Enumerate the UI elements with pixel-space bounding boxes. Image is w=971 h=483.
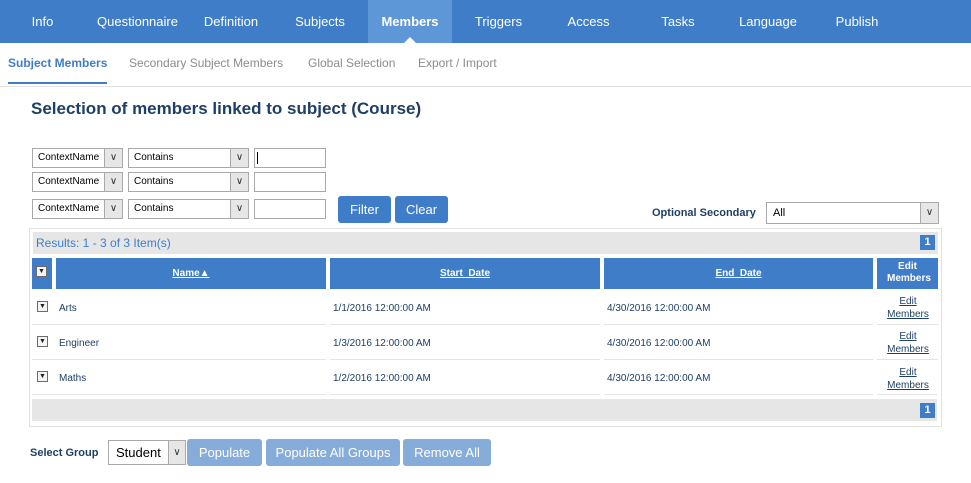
header-edit-members: Edit Members (877, 258, 938, 289)
tab-access[interactable]: Access (545, 0, 632, 43)
pager-page-bottom[interactable]: 1 (920, 403, 935, 418)
filter-value-input-3[interactable] (254, 199, 326, 219)
sub-navigation: Subject Members Secondary Subject Member… (0, 43, 971, 87)
subtab-subject-members[interactable]: Subject Members (8, 43, 108, 84)
filter-operator-select-3[interactable]: Contains ∨ (128, 199, 249, 219)
filter-operator-value: Contains (134, 203, 174, 214)
populate-button[interactable]: Populate (187, 439, 262, 466)
filter-operator-select-1[interactable]: Contains ∨ (128, 148, 249, 168)
pager-page-top[interactable]: 1 (920, 235, 935, 250)
cell-start-date: 1/3/2016 12:00:00 AM (333, 338, 431, 349)
row-divider (604, 324, 873, 325)
cell-end-date: 4/30/2016 12:00:00 AM (607, 338, 711, 349)
edit-members-link[interactable]: Edit Members (878, 330, 938, 356)
expand-row-icon[interactable]: ▼ (37, 301, 48, 312)
subtab-secondary-subject-members[interactable]: Secondary Subject Members (129, 43, 283, 84)
cell-start-date: 1/2/2016 12:00:00 AM (333, 373, 431, 384)
filter-field-value: ContextName (38, 152, 100, 163)
select-group-label: Select Group (30, 447, 99, 459)
page-title: Selection of members linked to subject (… (31, 99, 422, 118)
row-divider (32, 359, 326, 360)
chevron-down-icon: ∨ (230, 173, 248, 191)
tab-definition[interactable]: Definition (190, 0, 272, 43)
populate-all-groups-button[interactable]: Populate All Groups (266, 439, 400, 466)
optional-secondary-select[interactable]: All ∨ (766, 202, 939, 224)
row-divider (32, 324, 326, 325)
chevron-down-icon: ∨ (104, 200, 122, 218)
chevron-down-icon: ∨ (920, 203, 938, 223)
cell-name: Arts (59, 303, 77, 314)
edit-members-link[interactable]: Edit Members (878, 295, 938, 321)
chevron-down-icon: ∨ (230, 200, 248, 218)
tab-questionnaire[interactable]: Questionnaire (85, 0, 190, 43)
results-bar: Results: 1 - 3 of 3 Item(s) (33, 232, 938, 254)
optional-secondary-value: All (773, 207, 786, 219)
results-count: Results: 1 - 3 of 3 Item(s) (36, 236, 171, 250)
filter-value-input-2[interactable] (254, 172, 326, 192)
header-end-date[interactable]: End_Date (604, 258, 873, 289)
tab-publish[interactable]: Publish (812, 0, 902, 43)
expand-row-icon[interactable]: ▼ (37, 336, 48, 347)
row-divider (32, 394, 326, 395)
chevron-down-icon: ∨ (104, 173, 122, 191)
filter-value-input-1[interactable] (254, 148, 326, 168)
cell-start-date: 1/1/2016 12:00:00 AM (333, 303, 431, 314)
chevron-down-icon: ∨ (230, 149, 248, 167)
chevron-down-icon: ∨ (104, 149, 122, 167)
filter-operator-select-2[interactable]: Contains ∨ (128, 172, 249, 192)
row-divider (330, 394, 600, 395)
clear-button[interactable]: Clear (395, 196, 448, 223)
cell-name: Engineer (59, 338, 100, 349)
filter-button[interactable]: Filter (338, 196, 391, 223)
header-start-date[interactable]: Start_Date (330, 258, 600, 289)
optional-secondary-label: Optional Secondary (652, 207, 756, 219)
tab-members[interactable]: Members (368, 0, 452, 43)
expand-row-icon[interactable]: ▼ (37, 371, 48, 382)
group-select[interactable]: Student ∨ (108, 440, 186, 465)
filter-operator-value: Contains (134, 176, 174, 187)
grid-footer (32, 399, 937, 421)
remove-all-button[interactable]: Remove All (403, 439, 491, 466)
row-divider (604, 394, 873, 395)
tab-triggers[interactable]: Triggers (452, 0, 545, 43)
header-name-label: Name (172, 268, 200, 279)
tab-info[interactable]: Info (0, 0, 85, 43)
select-all-checkbox[interactable]: ▼ (36, 266, 47, 277)
tab-subjects[interactable]: Subjects (272, 0, 368, 43)
chevron-down-icon: ∨ (168, 441, 185, 464)
row-divider (877, 324, 938, 325)
tab-language[interactable]: Language (724, 0, 812, 43)
row-divider (330, 324, 600, 325)
subtab-global-selection[interactable]: Global Selection (308, 43, 395, 84)
filter-field-select-3[interactable]: ContextName ∨ (32, 199, 123, 219)
sort-ascending-icon: ▲ (199, 268, 210, 279)
cell-end-date: 4/30/2016 12:00:00 AM (607, 373, 711, 384)
cell-end-date: 4/30/2016 12:00:00 AM (607, 303, 711, 314)
tab-tasks[interactable]: Tasks (632, 0, 724, 43)
row-divider (877, 359, 938, 360)
select-all-header: ▼ (32, 258, 52, 289)
cell-name: Maths (59, 373, 87, 384)
subtab-export-import[interactable]: Export / Import (418, 43, 497, 84)
row-divider (877, 394, 938, 395)
filter-field-value: ContextName (38, 176, 100, 187)
group-select-value: Student (116, 445, 161, 460)
row-divider (330, 359, 600, 360)
filter-field-value: ContextName (38, 203, 100, 214)
row-divider (604, 359, 873, 360)
header-name[interactable]: Name▲ (56, 258, 326, 289)
filter-operator-value: Contains (134, 152, 174, 163)
filter-field-select-2[interactable]: ContextName ∨ (32, 172, 123, 192)
filter-field-select-1[interactable]: ContextName ∨ (32, 148, 123, 168)
top-navigation: Info Questionnaire Definition Subjects M… (0, 0, 971, 43)
edit-members-link[interactable]: Edit Members (878, 366, 938, 392)
